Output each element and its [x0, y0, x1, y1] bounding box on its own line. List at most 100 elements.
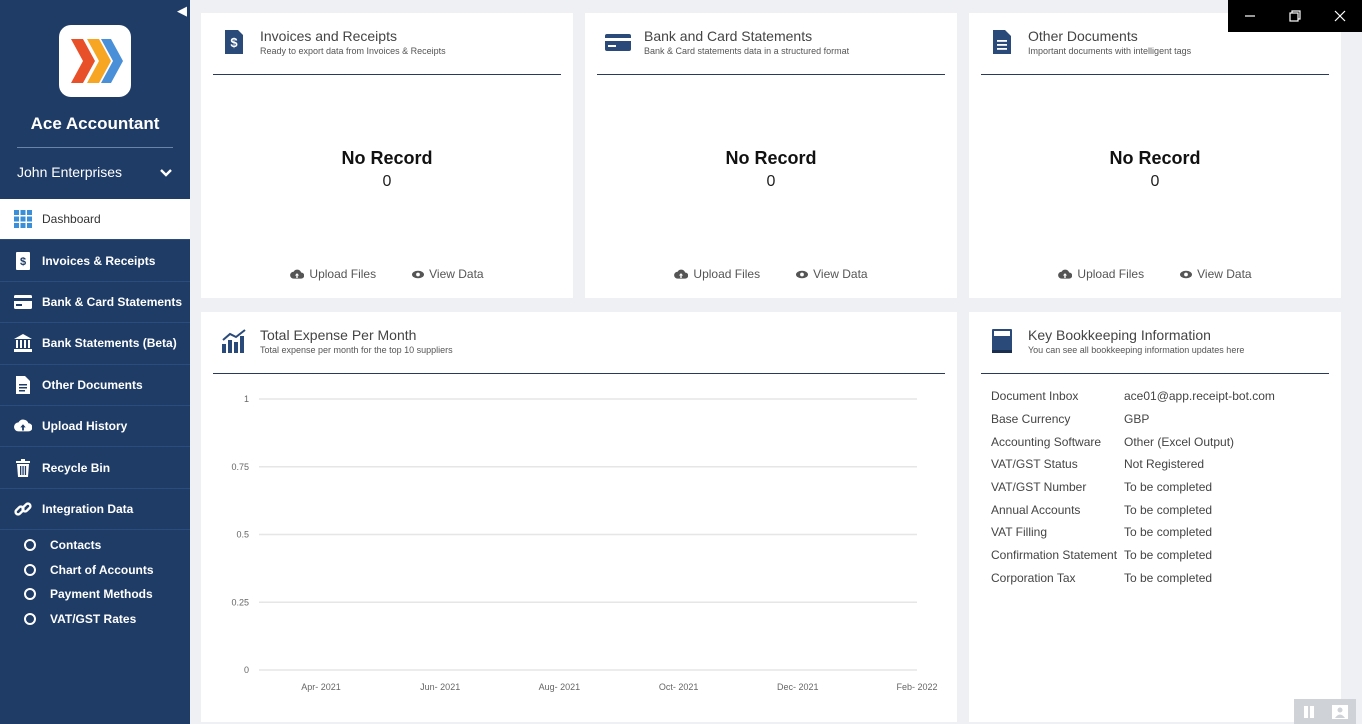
card-title: Invoices and Receipts: [260, 28, 397, 44]
eye-icon: [412, 270, 425, 278]
y-tick-label: 0.5: [236, 530, 249, 540]
card-subtitle: You can see all bookkeeping information …: [1028, 345, 1245, 355]
no-record-label: No Record: [725, 148, 817, 168]
sidebar-item-label: Recycle Bin: [42, 460, 111, 475]
bank-icon: [14, 334, 32, 353]
close-icon: [1334, 10, 1346, 22]
row-value: Other (Excel Output): [1124, 434, 1235, 449]
collapse-sidebar-icon[interactable]: ◀: [176, 3, 188, 19]
view-data-link[interactable]: View Data: [1180, 267, 1252, 281]
row-value: GBP: [1124, 412, 1150, 427]
table-row: Confirmation Statement To be completed: [991, 544, 1275, 567]
pause-icon[interactable]: [1302, 705, 1316, 719]
x-tick-label: Oct- 2021: [659, 682, 699, 692]
dollar-document-icon: $: [225, 30, 243, 54]
card-title: Key Bookkeeping Information: [1028, 327, 1211, 343]
sidebar-item-bank-statements-beta[interactable]: Bank Statements (Beta): [0, 323, 190, 365]
restore-icon: [1289, 10, 1301, 22]
restore-button[interactable]: [1273, 0, 1318, 32]
card-subtitle: Bank & Card statements data in a structu…: [644, 46, 850, 56]
sidebar-item-bank-card[interactable]: Bank & Card Statements: [0, 282, 190, 324]
y-tick-label: 0.75: [231, 462, 249, 472]
row-key: Confirmation Statement: [991, 548, 1118, 563]
table-row: VAT Filling To be completed: [991, 521, 1275, 544]
sidebar: ◀ Ace Accountant John Enterprises Dashbo…: [0, 0, 190, 724]
minimize-button[interactable]: [1228, 0, 1273, 32]
subnav-item-payment-methods[interactable]: Payment Methods: [24, 582, 154, 607]
subnav-item-chart-of-accounts[interactable]: Chart of Accounts: [24, 558, 154, 583]
credit-card-icon: [605, 34, 631, 51]
integration-subnav: Contacts Chart of Accounts Payment Metho…: [24, 533, 154, 631]
dollar-document-icon: $: [14, 251, 32, 270]
view-data-label: View Data: [1197, 267, 1252, 281]
sidebar-item-dashboard[interactable]: Dashboard: [0, 199, 190, 241]
presenter-icon[interactable]: [1332, 704, 1348, 719]
row-key: Base Currency: [991, 412, 1071, 427]
sidebar-item-recycle-bin[interactable]: Recycle Bin: [0, 447, 190, 489]
subnav-item-vat-gst-rates[interactable]: VAT/GST Rates: [24, 607, 154, 632]
invoices-card: $ Invoices and Receipts Ready to export …: [201, 13, 573, 298]
view-data-link[interactable]: View Data: [412, 267, 484, 281]
sidebar-item-invoices[interactable]: $ Invoices & Receipts: [0, 240, 190, 282]
upload-files-label: Upload Files: [1077, 267, 1145, 281]
cloud-upload-icon: [290, 269, 305, 279]
circle-icon: [24, 588, 36, 601]
app-logo: [59, 25, 131, 97]
expense-chart-card: Total Expense Per Month Total expense pe…: [201, 312, 957, 722]
sidebar-item-label: Other Documents: [42, 377, 143, 392]
sidebar-item-other-documents[interactable]: Other Documents: [0, 365, 190, 406]
document-icon: [993, 30, 1011, 54]
player-controls: [1294, 699, 1356, 724]
y-tick-label: 0.25: [231, 597, 249, 607]
close-button[interactable]: [1317, 0, 1362, 32]
table-row: Accounting Software Other (Excel Output): [991, 430, 1275, 453]
sidebar-item-label: Bank Statements (Beta): [42, 336, 177, 351]
row-value: ace01@app.receipt-bot.com: [1124, 389, 1275, 404]
row-value: To be completed: [1124, 502, 1213, 517]
table-row: Base Currency GBP: [991, 408, 1275, 431]
book-icon: [992, 329, 1012, 353]
sidebar-item-upload-history[interactable]: Upload History: [0, 406, 190, 448]
expense-line-chart: 0 0.25 0.5 0.75 1 Apr- 2021 Jun- 2021 Aug- 2021…: [231, 394, 937, 692]
upload-files-link[interactable]: Upload Files: [290, 267, 376, 281]
upload-files-link[interactable]: Upload Files: [674, 267, 760, 281]
row-key: VAT/GST Status: [991, 457, 1078, 472]
upload-files-label: Upload Files: [693, 267, 761, 281]
subnav-label: Contacts: [50, 538, 102, 553]
sidebar-item-label: Upload History: [42, 419, 128, 434]
eye-icon: [1180, 270, 1193, 278]
card-actions: Upload Files View Data: [201, 267, 573, 281]
row-key: VAT/GST Number: [991, 480, 1087, 495]
cloud-upload-icon: [14, 417, 32, 435]
table-row: VAT/GST Number To be completed: [991, 476, 1275, 499]
company-name: John Enterprises: [17, 164, 123, 180]
table-row: VAT/GST Status Not Registered: [991, 453, 1275, 476]
upload-files-link[interactable]: Upload Files: [1058, 267, 1144, 281]
no-record-label: No Record: [341, 148, 433, 168]
table-row: Corporation Tax To be completed: [991, 567, 1275, 590]
x-tick-label: Dec- 2021: [777, 682, 819, 692]
link-icon: [14, 500, 32, 518]
subnav-item-contacts[interactable]: Contacts: [24, 533, 154, 558]
subnav-label: Chart of Accounts: [50, 562, 154, 577]
circle-icon: [24, 612, 36, 625]
card-title: Bank and Card Statements: [644, 28, 813, 44]
minimize-icon: [1245, 15, 1256, 17]
x-tick-label: Apr- 2021: [301, 682, 341, 692]
upload-files-label: Upload Files: [309, 267, 377, 281]
view-data-link[interactable]: View Data: [796, 267, 868, 281]
card-header: $ Invoices and Receipts Ready to export …: [213, 13, 561, 75]
card-subtitle: Important documents with intelligent tag…: [1028, 46, 1192, 56]
company-selector[interactable]: John Enterprises: [17, 164, 175, 184]
chevron-down-icon: [160, 169, 172, 177]
x-tick-label: Aug- 2021: [539, 682, 581, 692]
bank-card-statements-card: Bank and Card Statements Bank & Card sta…: [585, 13, 957, 298]
sidebar-item-integration-data[interactable]: Integration Data: [0, 489, 190, 531]
card-title: Other Documents: [1028, 28, 1138, 44]
window-controls: [1228, 0, 1362, 32]
bookkeeping-card: Key Bookkeeping Information You can see …: [969, 312, 1341, 722]
card-actions: Upload Files View Data: [585, 267, 957, 281]
row-key: Accounting Software: [991, 434, 1102, 449]
row-key: Corporation Tax: [991, 570, 1076, 585]
row-key: Document Inbox: [991, 389, 1079, 404]
